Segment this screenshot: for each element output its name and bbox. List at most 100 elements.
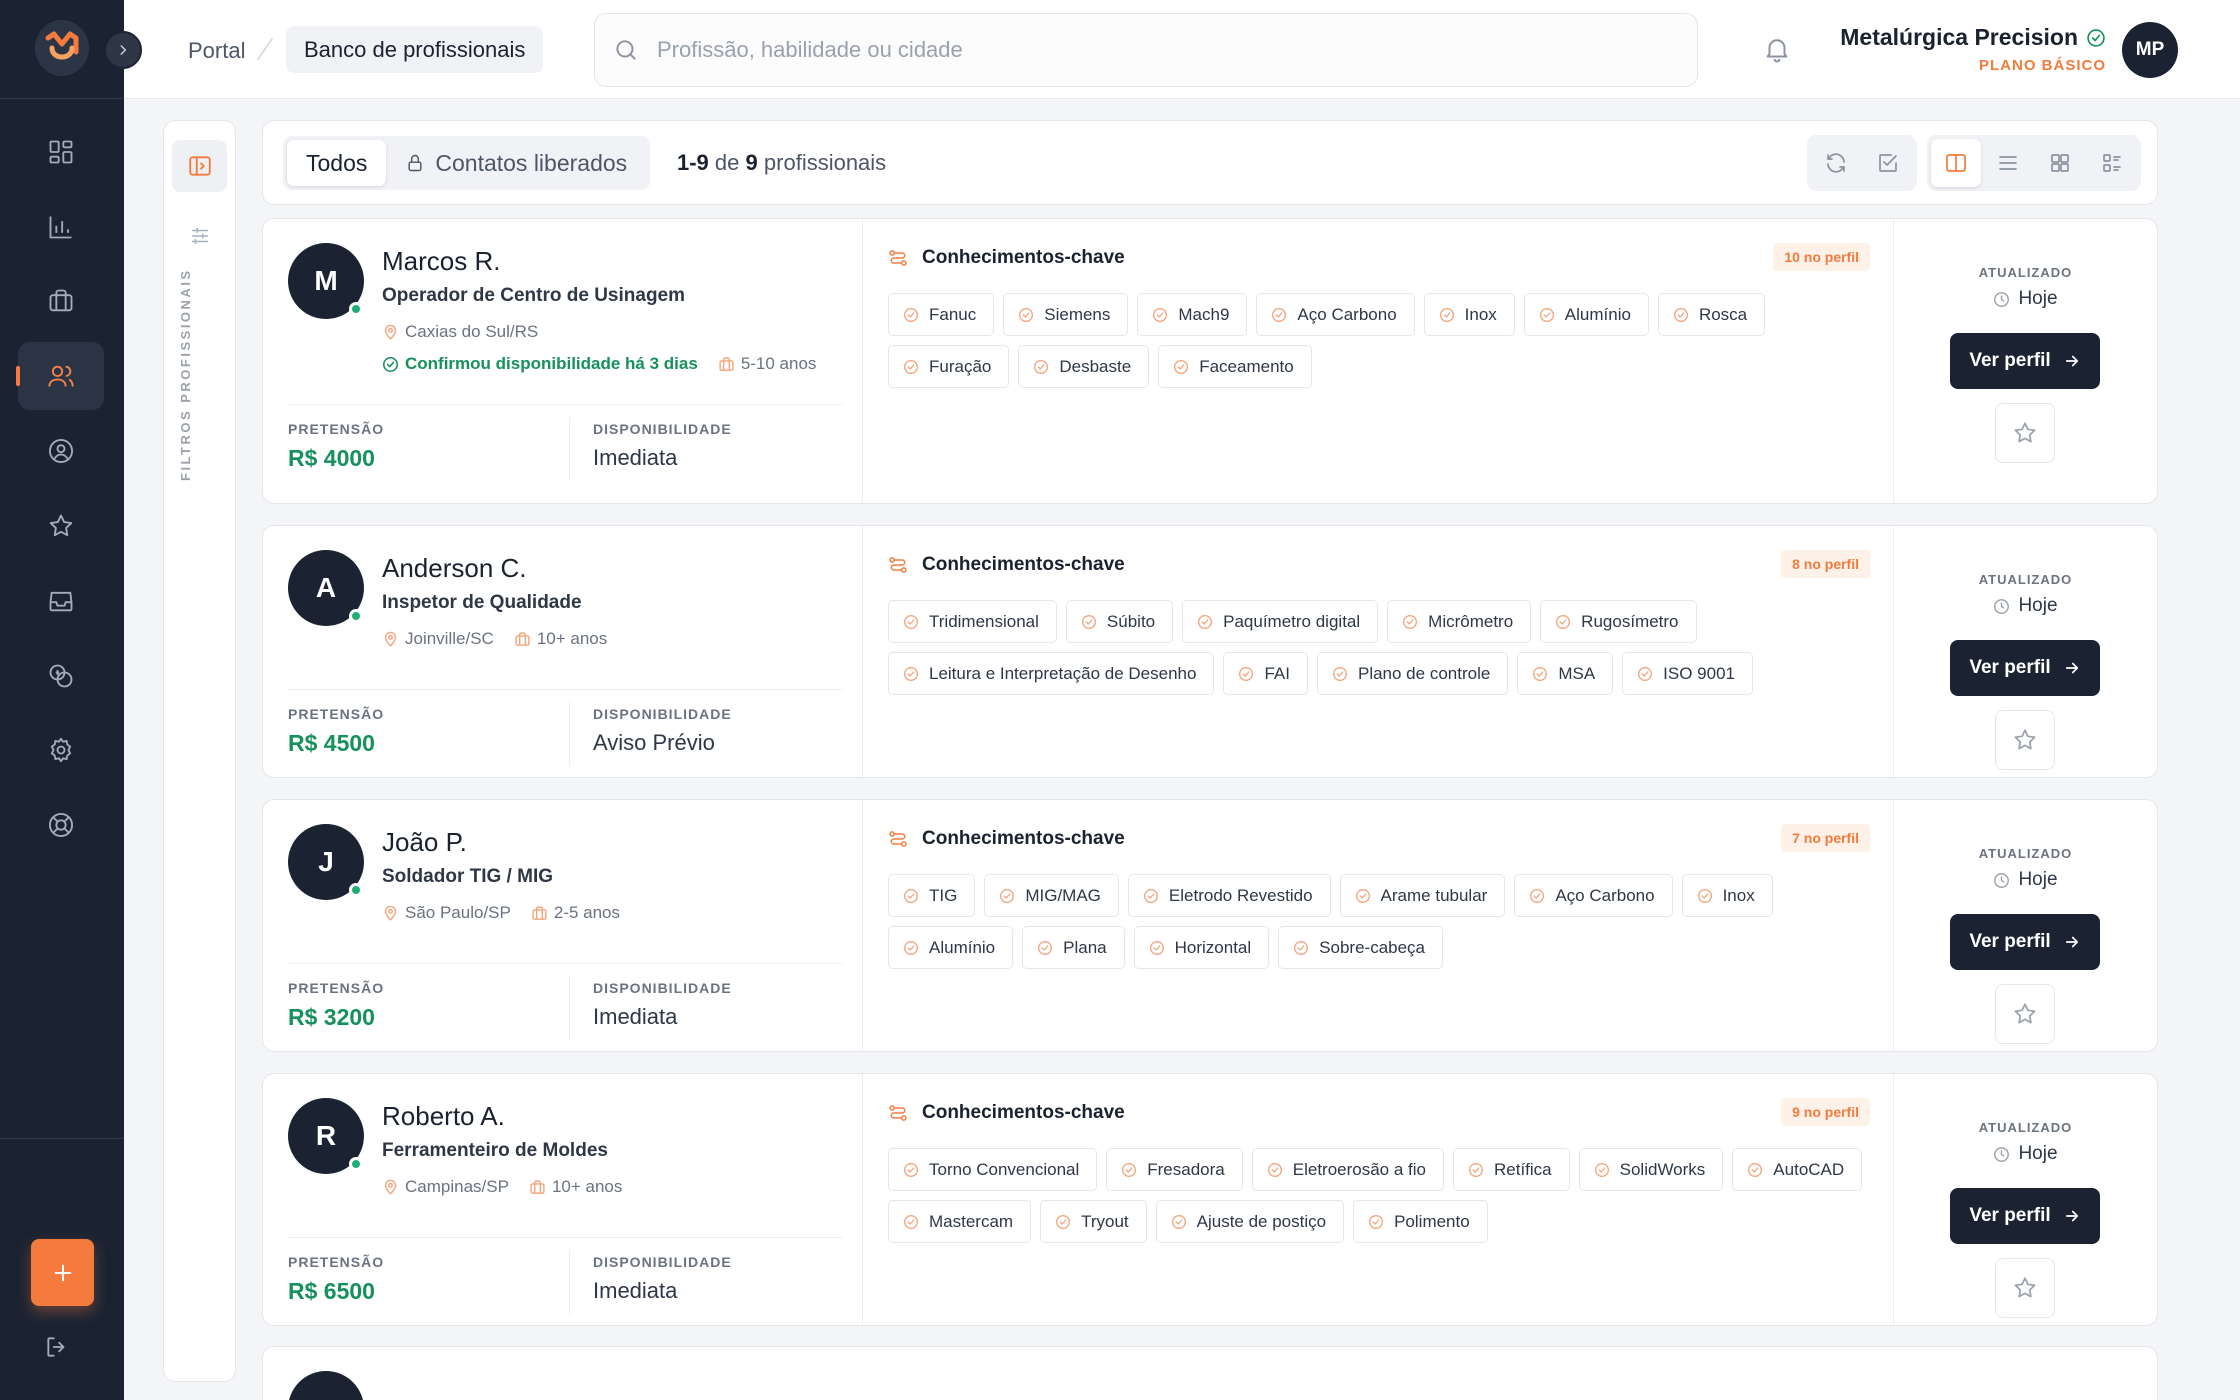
view-grid-button[interactable] [2035,139,2085,187]
updated-text: Hoje [2018,288,2058,309]
updated-value: Hoje [1894,595,2157,617]
salary-label: PRETENSÃO [288,980,385,996]
check-circle-icon [1355,888,1370,903]
search-input[interactable] [657,37,1657,63]
nav-settings[interactable] [18,716,104,784]
updated-value: Hoje [1894,288,2157,310]
search-box[interactable] [594,13,1698,87]
clock-icon [1994,1146,2010,1162]
key-knowledge-title: Conhecimentos-chave [922,1102,1125,1123]
skill-tag-label: Mastercam [929,1211,1014,1231]
skills-route-icon [889,250,907,266]
view-profile-button[interactable]: Ver perfil [1950,640,2100,696]
breadcrumb-portal[interactable]: Portal [188,38,245,64]
skills-route-icon [889,831,907,847]
view-split-button[interactable] [1931,139,1981,187]
skill-tag-label: Plano de controle [1357,663,1491,683]
view-profile-button[interactable]: Ver perfil [1950,1188,2100,1244]
salary-value: R$ 4500 [288,730,375,756]
plus-icon [54,1264,71,1281]
view-profile-button[interactable]: Ver perfil [1950,333,2100,389]
professional-role: Soldador TIG / MIG [382,866,553,887]
favorite-button[interactable] [1995,1258,2055,1318]
check-circle-icon [382,356,399,372]
nav-support[interactable] [18,791,104,859]
company-info[interactable]: Metalúrgica Precision PLANO BÁSICO [1840,24,2106,74]
select-mode-button[interactable] [1863,139,1913,187]
check-circle-icon [1556,614,1571,629]
updated-text: Hoje [2018,1143,2058,1164]
app-logo[interactable] [35,20,89,76]
view-list-button[interactable] [1983,139,2033,187]
panel-expand-icon [188,156,211,176]
star-outline-icon [2014,1003,2036,1024]
logo-mark-icon [45,31,79,60]
nav-inbox[interactable] [18,567,104,635]
toggle-filters-button[interactable] [172,140,227,192]
skill-tag-label: MIG/MAG [1025,885,1101,905]
skill-tag: SolidWorks [1578,1148,1724,1191]
favorite-button[interactable] [1995,403,2055,463]
skill-tag-label: Polimento [1394,1211,1470,1231]
notifications-button[interactable] [1762,34,1792,64]
view-compact-button[interactable] [2087,139,2137,187]
skill-tag: Tryout [1040,1200,1147,1243]
avatar-initial: J [318,846,334,877]
experience-text: 5-10 anos [740,354,817,373]
nav-jobs[interactable] [18,267,104,335]
skill-tag-label: Alumínio [1564,304,1631,324]
lifebuoy-icon [48,812,74,838]
tab-all[interactable]: Todos [287,140,387,186]
map-pin-icon [384,1179,397,1195]
grid-view-icon [2051,154,2069,172]
breadcrumb-separator [256,37,274,61]
check-circle-icon [1143,888,1158,903]
logout-button[interactable] [44,1334,70,1360]
favorite-button[interactable] [1995,710,2055,770]
skill-tag: Siemens [1003,293,1129,336]
professional-name[interactable]: Marcos R. [382,246,500,277]
online-status-dot [349,302,363,316]
refresh-button[interactable] [1811,139,1861,187]
key-knowledge-header: Conhecimentos-chave [888,1102,1125,1124]
skill-tag-label: Siemens [1044,304,1111,324]
expand-sidebar-button[interactable] [104,31,142,69]
professional-card-next [262,1346,2158,1400]
add-button[interactable] [31,1239,94,1306]
skill-tag: Retífica [1453,1148,1570,1191]
summary-divider [288,1237,843,1238]
experience: 2-5 anos [531,903,620,923]
location: Campinas/SP [382,1177,509,1197]
users-icon [48,365,74,387]
check-circle-icon [1267,1162,1282,1177]
nav-reports[interactable] [18,193,104,261]
view-profile-button[interactable]: Ver perfil [1950,914,2100,970]
tab-unlocked-contacts[interactable]: Contatos liberados [386,140,646,186]
stat-separator [569,976,570,1040]
summary-divider [288,963,843,964]
clock-icon [1994,872,2010,888]
professional-avatar: A [288,550,364,626]
check-circle-icon [1056,1214,1071,1229]
professional-avatar: M [288,243,364,319]
professional-avatar [288,1371,364,1400]
filter-sliders-button[interactable] [189,225,211,247]
user-avatar[interactable]: MP [2122,22,2178,78]
nav-payments[interactable] [18,642,104,710]
professional-name[interactable]: Anderson C. [382,553,527,584]
split-view-icon [1946,154,1966,172]
professional-name[interactable]: Roberto A. [382,1101,505,1132]
salary-value: R$ 4000 [288,445,375,471]
nav-professionals[interactable] [16,342,104,410]
nav-profile[interactable] [18,417,104,485]
nav-favorites[interactable] [18,492,104,560]
professional-role: Operador de Centro de Usinagem [382,285,686,306]
nav-dashboard[interactable] [18,118,104,186]
updated-label: ATUALIZADO [1978,572,2073,587]
skill-tag: Inox [1423,293,1515,336]
professional-avatar: J [288,824,364,900]
favorite-button[interactable] [1995,984,2055,1044]
skill-tag-label: Eletroerosão a fio [1292,1159,1426,1179]
professional-name[interactable]: João P. [382,827,467,858]
map-pin-icon [384,905,397,921]
